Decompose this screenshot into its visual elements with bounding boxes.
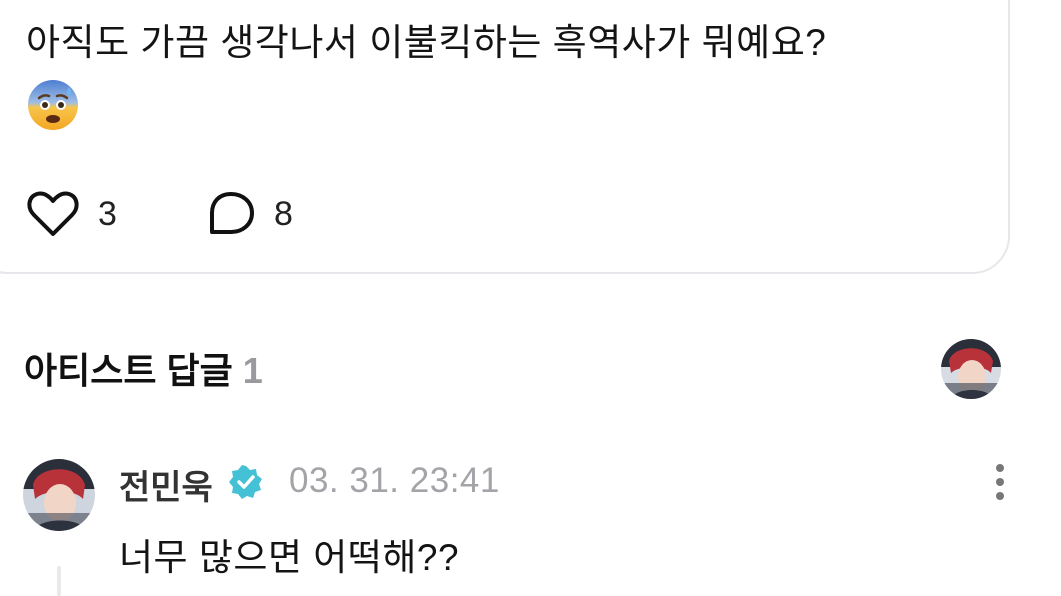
artist-avatar[interactable]: [941, 339, 1001, 399]
comment-bubble-icon: [210, 192, 254, 234]
anxious-face-emoji-icon: [28, 80, 78, 130]
comment-count: 8: [274, 194, 293, 233]
reply-timestamp: 03. 31. 23:41: [289, 461, 500, 500]
reply-text: 너무 많으면 어떡해??: [119, 537, 460, 578]
reply-author-avatar[interactable]: [23, 459, 95, 531]
artist-replies-count: 1: [242, 350, 263, 391]
verified-badge-icon: [229, 465, 262, 499]
comment-button[interactable]: 8: [206, 190, 293, 238]
like-button[interactable]: 3: [26, 190, 117, 238]
like-count: 3: [98, 194, 117, 233]
more-options-icon[interactable]: [988, 462, 1012, 502]
reply-author-name[interactable]: 전민욱: [119, 460, 213, 509]
artist-replies-title: 아티스트 답글: [24, 350, 233, 391]
artist-replies-heading: 아티스트 답글 1: [24, 342, 263, 394]
post-text: 아직도 가끔 생각나서 이불킥하는 흑역사가 뭐예요?: [26, 22, 827, 63]
heart-icon: [27, 191, 79, 236]
